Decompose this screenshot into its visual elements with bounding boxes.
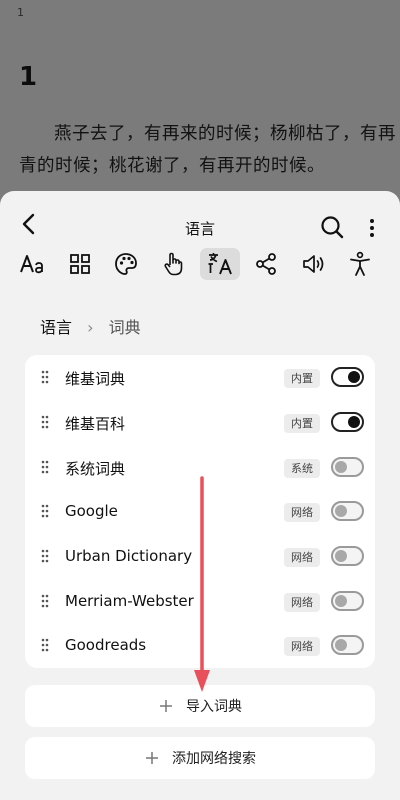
tool-share[interactable] [246, 248, 286, 280]
tool-theme[interactable] [106, 248, 146, 280]
drag-handle-icon[interactable] [41, 504, 49, 518]
dictionary-toggle[interactable] [331, 457, 364, 477]
dictionary-name: Merriam-Webster [65, 592, 194, 610]
plus-icon [146, 752, 158, 764]
add-web-search-label: 添加网络搜索 [172, 751, 256, 767]
dictionary-list: 维基词典 内置 维基百科 内置 系统词典 系统 Google 网络 Urban … [25, 355, 375, 668]
dictionary-type-badge: 网络 [284, 637, 320, 656]
share-icon [256, 253, 276, 275]
list-item[interactable]: 维基词典 内置 [25, 355, 375, 400]
dictionary-type-badge: 内置 [284, 414, 320, 433]
list-item[interactable]: Urban Dictionary 网络 [25, 534, 375, 579]
drag-handle-icon[interactable] [41, 594, 49, 608]
search-icon [321, 216, 344, 239]
tool-accessibility[interactable] [340, 248, 380, 280]
breadcrumb: 语言 › 词典 [40, 314, 141, 338]
page-number: 1 [17, 6, 24, 19]
grid-icon [70, 254, 90, 274]
dictionary-name: Urban Dictionary [65, 547, 193, 565]
dictionary-toggle[interactable] [331, 546, 364, 566]
import-dictionary-button[interactable]: 导入词典 [25, 685, 375, 727]
tool-gestures[interactable] [153, 248, 193, 280]
dictionary-name: 维基词典 [65, 370, 126, 388]
import-dictionary-label: 导入词典 [186, 699, 242, 715]
list-item[interactable]: 维基百科 内置 [25, 400, 375, 445]
tool-language[interactable] [200, 248, 240, 280]
list-item[interactable]: Merriam-Webster 网络 [25, 579, 375, 624]
settings-sheet: 语言 语言 › 词典 维基词典 内置 维基百科 内置 系统词典 系统 Googl… [0, 191, 400, 800]
dictionary-toggle[interactable] [331, 635, 364, 655]
dictionary-type-badge: 网络 [284, 593, 320, 612]
drag-handle-icon[interactable] [41, 549, 49, 563]
list-item[interactable]: Goodreads 网络 [25, 623, 375, 668]
dictionary-type-badge: 内置 [284, 369, 320, 388]
tool-speech[interactable] [294, 248, 334, 280]
dictionary-type-badge: 系统 [284, 459, 320, 478]
list-item[interactable]: 系统词典 系统 [25, 445, 375, 490]
add-web-search-button[interactable]: 添加网络搜索 [25, 737, 375, 779]
palette-icon [115, 253, 137, 275]
dictionary-name: 维基百科 [65, 415, 126, 433]
drag-handle-icon[interactable] [41, 415, 49, 429]
tool-layout[interactable] [60, 248, 100, 280]
more-vertical-icon [370, 219, 374, 237]
font-icon [20, 255, 43, 274]
more-options-button[interactable] [362, 215, 382, 241]
dictionary-toggle[interactable] [331, 367, 364, 387]
dictionary-toggle[interactable] [331, 501, 364, 521]
touch-icon [164, 252, 183, 276]
drag-handle-icon[interactable] [41, 638, 49, 652]
breadcrumb-separator: › [87, 318, 94, 337]
accessibility-icon [350, 251, 370, 276]
dictionary-type-badge: 网络 [284, 548, 320, 567]
dictionary-type-badge: 网络 [284, 503, 320, 522]
search-button[interactable] [319, 214, 345, 240]
dictionary-name: Goodreads [65, 636, 147, 654]
breadcrumb-parent[interactable]: 语言 [40, 318, 72, 337]
settings-toolbar [0, 246, 400, 286]
chapter-title: 1 [19, 62, 38, 92]
drag-handle-icon[interactable] [41, 460, 49, 474]
reader-paragraph: 燕子去了，有再来的时候；杨柳枯了，有再青的时候；桃花谢了，有再开的时候。 [19, 124, 396, 176]
dictionary-toggle[interactable] [331, 591, 364, 611]
dictionary-name: Google [65, 502, 118, 520]
dictionary-toggle[interactable] [331, 412, 364, 432]
dictionary-name: 系统词典 [65, 460, 126, 478]
drag-handle-icon[interactable] [41, 370, 49, 384]
translate-icon [208, 253, 232, 275]
breadcrumb-current: 词典 [108, 318, 141, 337]
tool-font[interactable] [13, 248, 53, 280]
speaker-icon [303, 255, 324, 273]
plus-icon [160, 700, 172, 712]
list-item[interactable]: Google 网络 [25, 489, 375, 534]
